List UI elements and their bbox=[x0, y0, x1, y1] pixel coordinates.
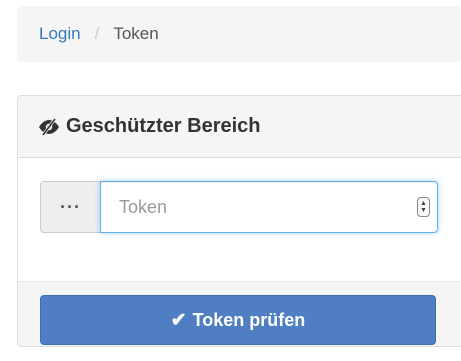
eye-slash-icon bbox=[38, 117, 60, 137]
token-input-spinner[interactable]: ▲ ▼ bbox=[417, 197, 430, 217]
check-token-button-label: Token prüfen bbox=[192, 309, 306, 330]
breadcrumb: Login / Token bbox=[17, 6, 461, 62]
panel-title-text: Geschützter Bereich bbox=[66, 115, 261, 137]
check-token-button[interactable]: ✔ Token prüfen bbox=[40, 295, 436, 345]
token-input-addon: ··· bbox=[40, 181, 100, 233]
panel-heading: Geschützter Bereich bbox=[18, 96, 461, 158]
spinner-down-icon: ▼ bbox=[420, 207, 427, 214]
breadcrumb-separator: / bbox=[94, 24, 100, 43]
breadcrumb-item-token: Token bbox=[113, 24, 159, 43]
protected-area-panel: Geschützter Bereich ··· ▲ ▼ ✔ Token prüf… bbox=[17, 95, 461, 347]
check-icon: ✔ bbox=[170, 309, 187, 331]
panel-title: Geschützter Bereich bbox=[38, 115, 261, 138]
spinner-up-icon: ▲ bbox=[420, 200, 427, 207]
token-input[interactable] bbox=[100, 181, 438, 233]
breadcrumb-item-login[interactable]: Login bbox=[39, 24, 81, 44]
